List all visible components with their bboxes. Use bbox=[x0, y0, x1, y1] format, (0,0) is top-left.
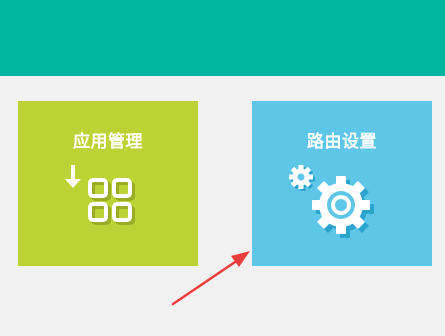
top-header-bar bbox=[0, 0, 445, 76]
gears-icon bbox=[289, 165, 374, 238]
app-management-tile[interactable]: 应用管理 bbox=[18, 101, 198, 266]
route-settings-tile[interactable]: 路由设置 bbox=[252, 101, 432, 266]
app-grid-download-icon bbox=[65, 165, 135, 225]
